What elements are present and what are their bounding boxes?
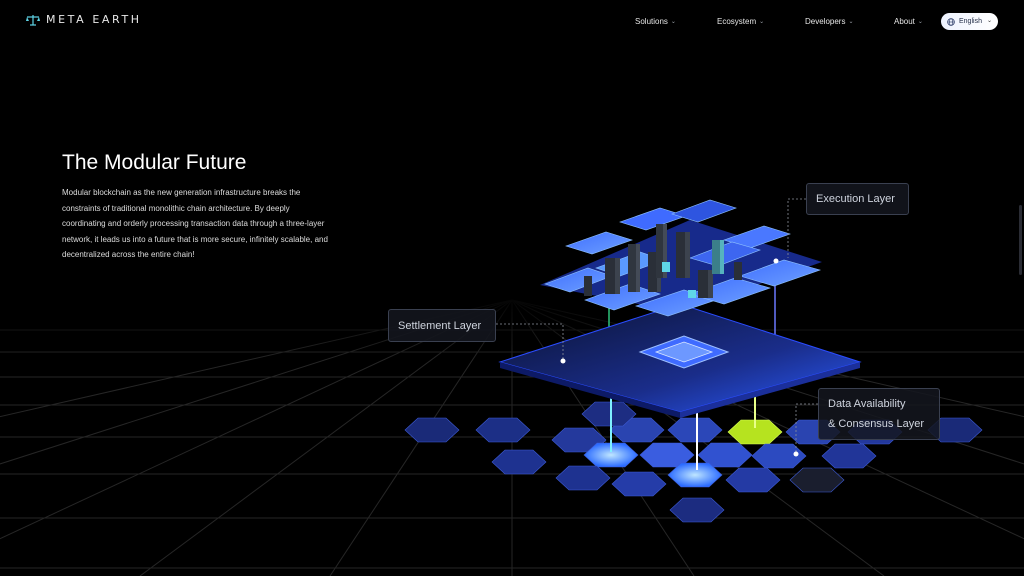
- brand-name: META EARTH: [46, 13, 142, 26]
- chevron-down-icon: ⌄: [848, 19, 854, 25]
- chevron-down-icon: ⌄: [759, 19, 765, 25]
- nav-ecosystem[interactable]: Ecosystem ⌄: [717, 17, 764, 26]
- nav-label: Solutions: [635, 17, 668, 26]
- nav-developers[interactable]: Developers ⌄: [805, 17, 854, 26]
- da-layer-text-line1: Data Availability: [828, 398, 906, 410]
- top-navigation-bar: META EARTH Solutions ⌄ Ecosystem ⌄ Devel…: [0, 0, 1024, 44]
- nav-about[interactable]: About ⌄: [894, 17, 923, 26]
- data-availability-layer-label: Data Availability & Consensus Layer: [818, 388, 940, 440]
- hero-description: Modular blockchain as the new generation…: [62, 188, 328, 260]
- nav-label: Developers: [805, 17, 846, 26]
- execution-layer-text: Execution Layer: [816, 193, 895, 205]
- execution-layer-label: Execution Layer: [806, 183, 909, 215]
- nav-label: About: [894, 17, 915, 26]
- chevron-down-icon: ⌄: [986, 18, 992, 24]
- language-selector[interactable]: English ⌄: [941, 13, 998, 30]
- settlement-layer-text: Settlement Layer: [398, 319, 482, 332]
- scales-logo-icon: [26, 14, 40, 26]
- da-layer-text-line2: & Consensus Layer: [828, 418, 924, 430]
- chevron-down-icon: ⌄: [917, 19, 923, 25]
- settlement-layer-label: Settlement Layer: [388, 309, 496, 342]
- nav-solutions[interactable]: Solutions ⌄: [635, 17, 676, 26]
- globe-icon: [947, 17, 955, 26]
- chevron-down-icon: ⌄: [670, 19, 676, 25]
- language-label: English: [959, 18, 982, 25]
- page-title: The Modular Future: [62, 151, 247, 174]
- page-scrollbar[interactable]: [1019, 205, 1022, 275]
- modular-layers-illustration: [0, 198, 1024, 576]
- brand-logo[interactable]: META EARTH: [26, 13, 142, 26]
- nav-label: Ecosystem: [717, 17, 757, 26]
